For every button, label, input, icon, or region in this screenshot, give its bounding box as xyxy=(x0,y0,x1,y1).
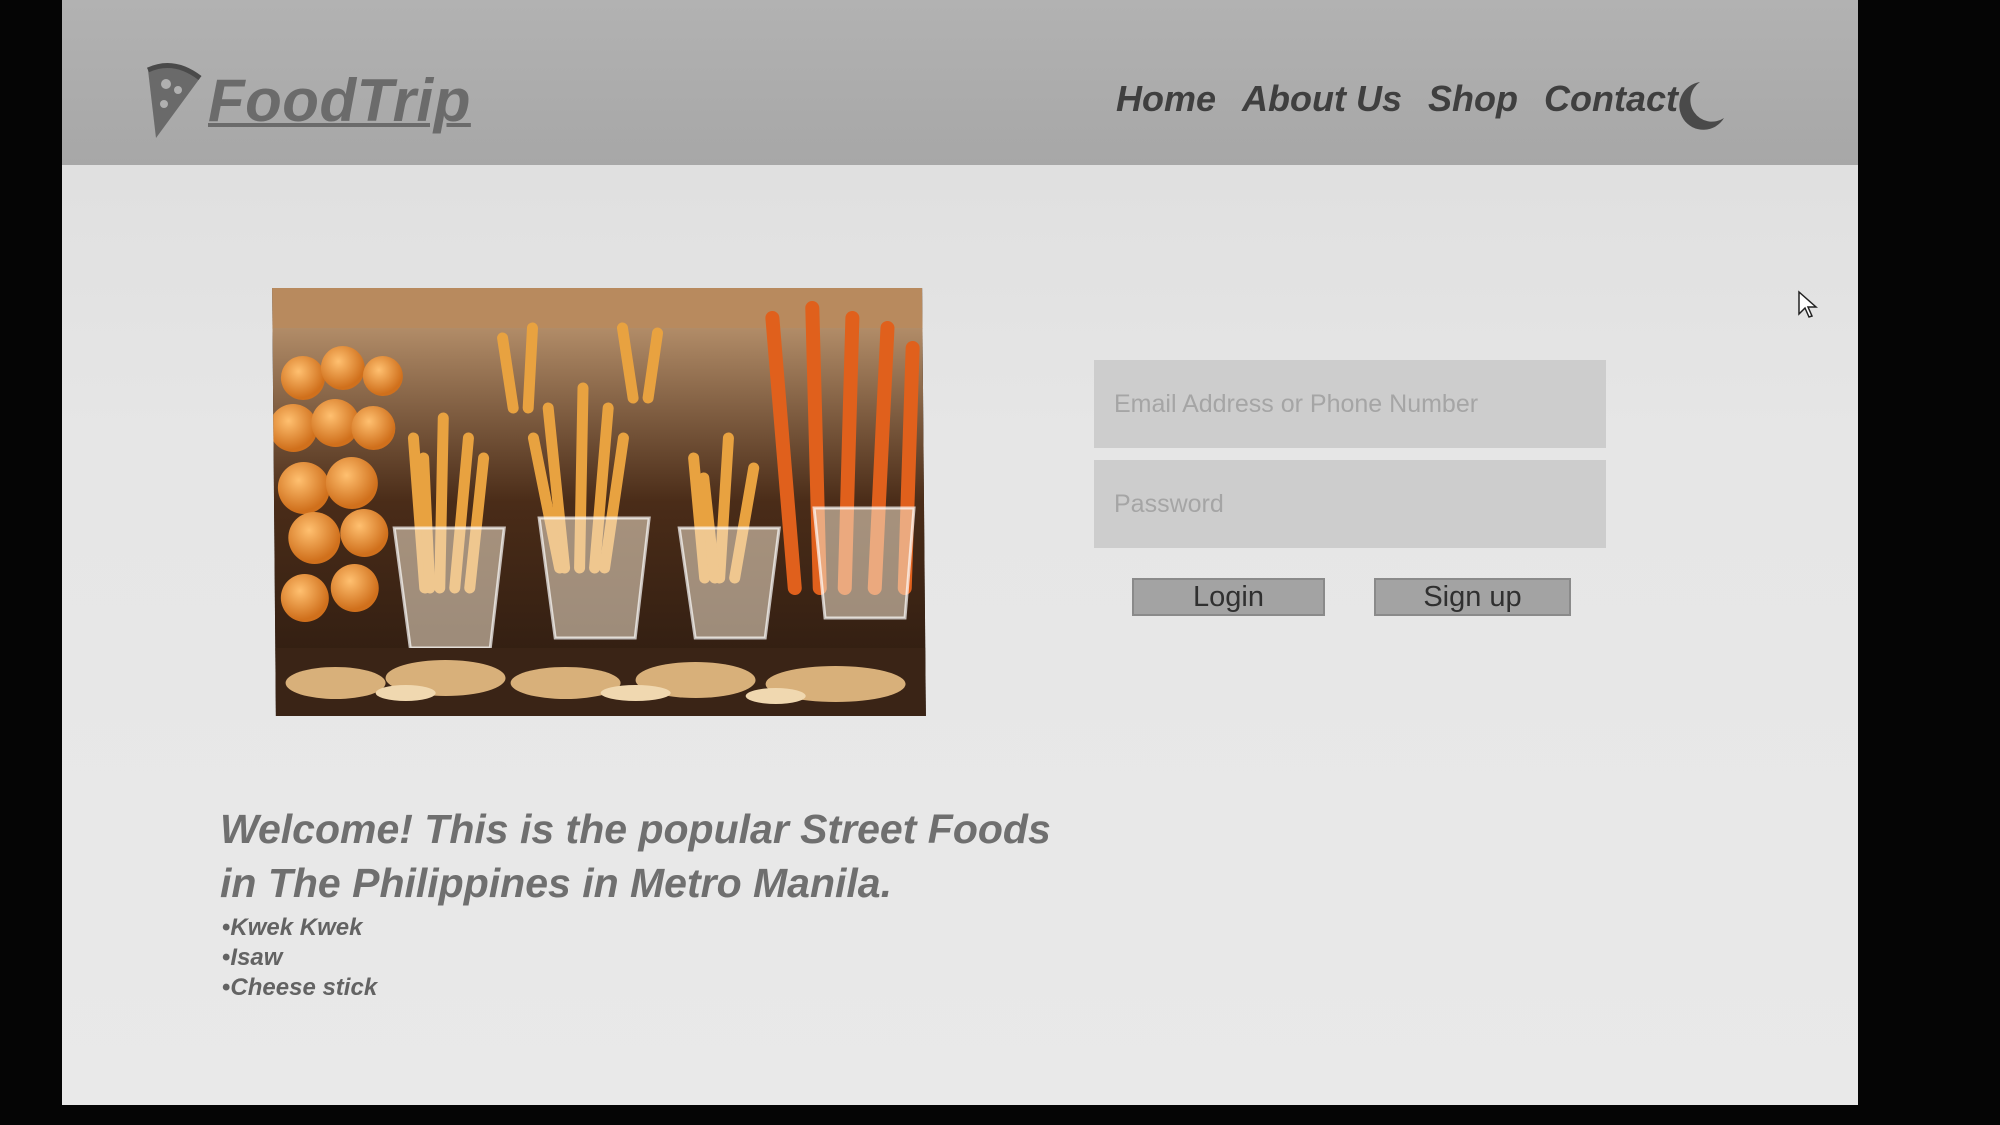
nav-contact[interactable]: Contact xyxy=(1544,78,1678,120)
main-nav: Home About Us Shop Contact xyxy=(1116,78,1678,120)
browser-viewport: FoodTrip Home About Us Shop Contact Emai… xyxy=(62,0,1858,1105)
street-food-illustration xyxy=(272,288,926,716)
list-item: Kwek Kwek xyxy=(222,913,377,943)
street-food-list: Kwek Kwek Isaw Cheese stick xyxy=(222,913,377,1003)
list-item: Isaw xyxy=(222,943,377,973)
brand-name: FoodTrip xyxy=(208,66,471,134)
brand-logo-link[interactable]: FoodTrip xyxy=(144,55,471,145)
nav-about-us[interactable]: About Us xyxy=(1242,78,1402,120)
list-item: Cheese stick xyxy=(222,973,377,1003)
login-form: Login Sign up xyxy=(1094,360,1606,622)
welcome-heading-line-1: Welcome! This is the popular Street Food… xyxy=(220,806,1051,852)
email-or-phone-input[interactable] xyxy=(1094,360,1606,448)
form-buttons: Login Sign up xyxy=(1094,578,1606,622)
navbar: FoodTrip Home About Us Shop Contact xyxy=(62,0,1858,165)
street-food-photo xyxy=(272,288,926,716)
welcome-heading: Welcome! This is the popular Street Food… xyxy=(220,802,1220,910)
welcome-heading-line-2: in The Philippines in Metro Manila. xyxy=(220,860,892,906)
password-input[interactable] xyxy=(1094,460,1606,548)
login-button[interactable]: Login xyxy=(1132,578,1325,616)
nav-home[interactable]: Home xyxy=(1116,78,1216,120)
mouse-cursor-icon xyxy=(1798,290,1818,318)
moon-icon[interactable] xyxy=(1670,78,1726,134)
signup-button[interactable]: Sign up xyxy=(1374,578,1571,616)
pizza-slice-icon xyxy=(146,63,202,138)
nav-shop[interactable]: Shop xyxy=(1428,78,1518,120)
